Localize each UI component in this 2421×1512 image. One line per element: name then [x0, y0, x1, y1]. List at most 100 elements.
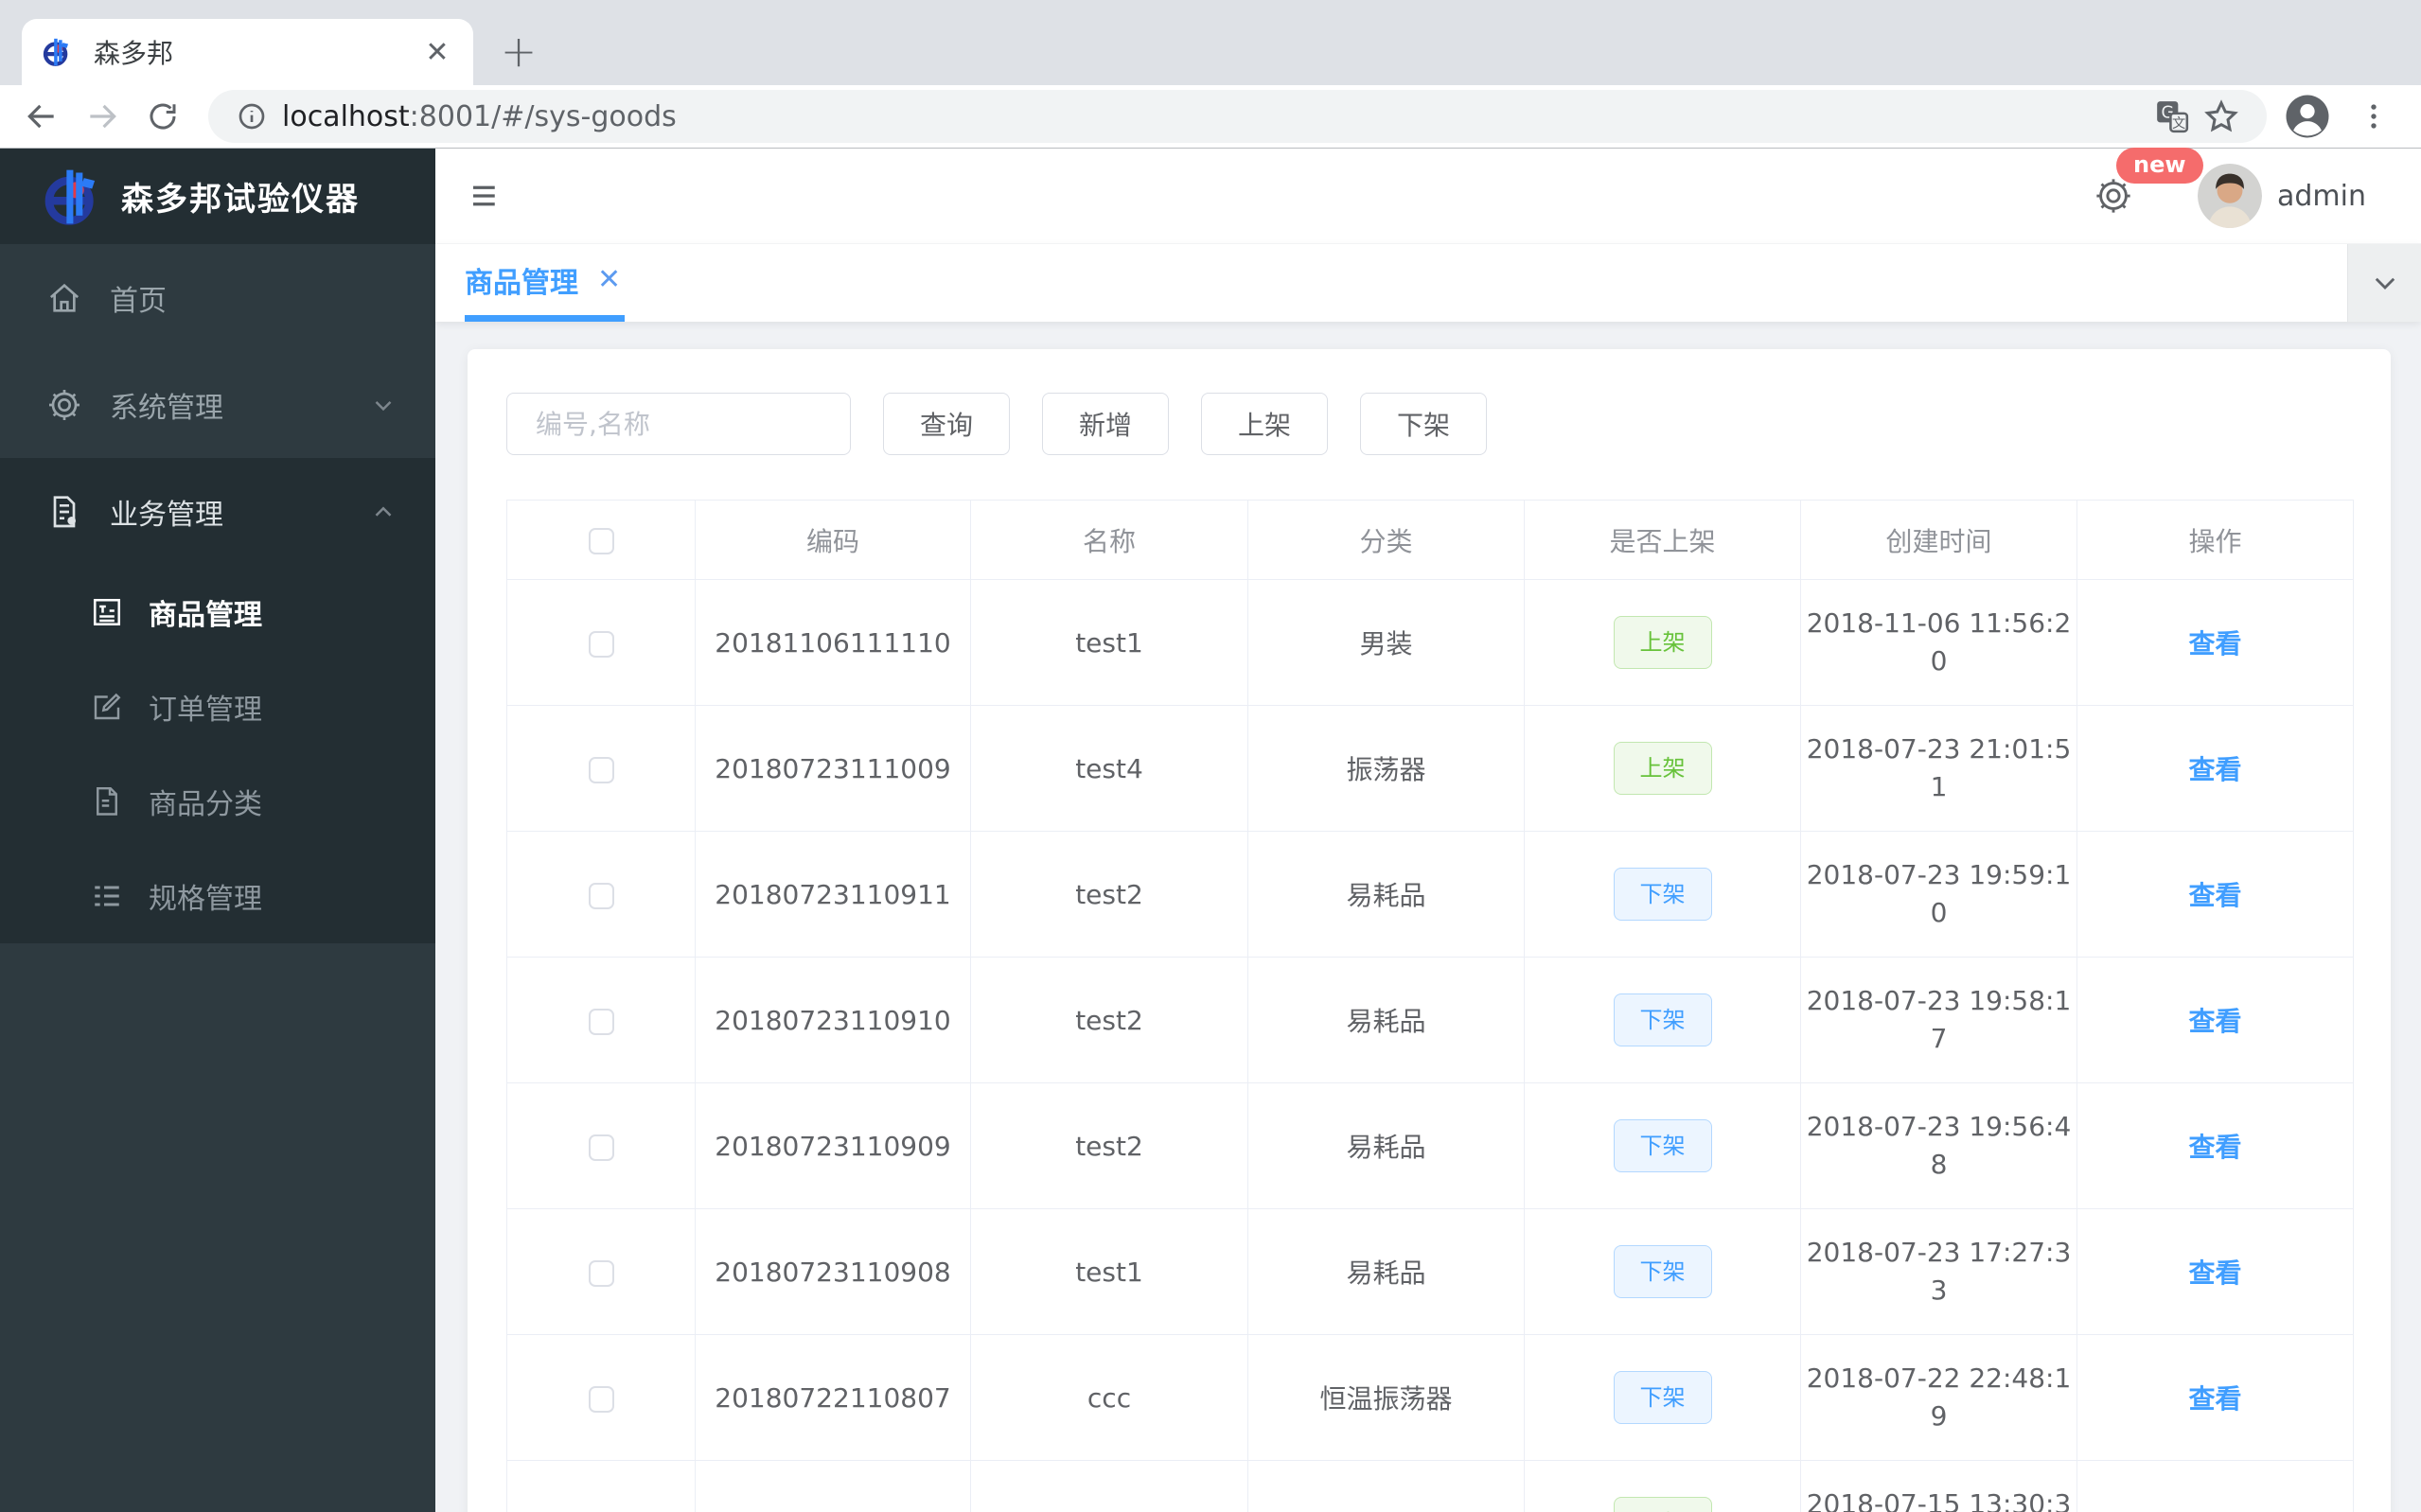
document-icon — [97, 787, 117, 816]
toolbar: 查询 新增 上架 下架 — [506, 393, 2353, 455]
tags-dropdown-button[interactable] — [2347, 244, 2421, 322]
cell-select — [506, 1082, 696, 1209]
site-info-icon[interactable] — [237, 101, 267, 132]
cell-actions: 查看 — [2076, 1208, 2354, 1335]
brand-logo-icon — [44, 169, 96, 225]
tab-goods-management[interactable]: 商品管理 ✕ — [465, 244, 626, 322]
select-all-checkbox[interactable] — [588, 528, 614, 554]
edit-square-icon — [94, 693, 121, 720]
row-checkbox[interactable] — [588, 882, 614, 909]
cell-status: 下架 — [1524, 1082, 1801, 1209]
cell-category: 易耗品 — [1247, 831, 1525, 958]
cell-code — [695, 1460, 971, 1512]
sidebar-group-business: 业务管理 商品管理 订单管理 商品分类 规格管理 — [0, 458, 435, 943]
cell-code: 20181106111110 — [695, 579, 971, 706]
cell-status: 下架 — [1524, 1208, 1801, 1335]
cell-category: 易耗品 — [1247, 957, 1525, 1083]
cell-code: 20180723110908 — [695, 1208, 971, 1335]
view-link[interactable]: 查看 — [2188, 628, 2241, 659]
view-link[interactable]: 查看 — [2188, 880, 2241, 911]
cell-actions: 查看 — [2076, 579, 2354, 706]
cell-select — [506, 705, 696, 832]
search-input[interactable] — [506, 393, 851, 455]
tab-label: 商品管理 — [465, 266, 578, 300]
view-link[interactable]: 查看 — [2188, 1383, 2241, 1415]
url-bar[interactable]: localhost:8001/#/sys-goods G 文 — [208, 90, 2267, 143]
cell-name: test1 — [970, 1208, 1248, 1335]
sidebar-subitem-specs[interactable]: 规格管理 — [0, 849, 435, 943]
cell-created: 2018-07-23 21:01:51 — [1800, 705, 2077, 832]
brand: 森多邦试验仪器 — [0, 149, 435, 244]
row-checkbox[interactable] — [588, 1259, 614, 1287]
browser-profile-icon[interactable] — [2282, 91, 2333, 142]
sidebar-subitem-orders[interactable]: 订单管理 — [0, 659, 435, 754]
add-button[interactable]: 新增 — [1042, 393, 1169, 455]
query-button[interactable]: 查询 — [883, 393, 1010, 455]
put-on-button[interactable]: 上架 — [1201, 393, 1328, 455]
avatar[interactable] — [2198, 164, 2262, 228]
row-checkbox[interactable] — [588, 756, 614, 783]
reload-icon[interactable] — [133, 90, 193, 143]
browser-tab[interactable]: 森多邦 ✕ — [22, 19, 473, 85]
sidebar-item-label: 系统管理 — [110, 391, 223, 425]
goods-doc-icon — [93, 598, 121, 626]
browser-menu-icon[interactable] — [2358, 100, 2390, 132]
back-icon[interactable] — [11, 90, 72, 143]
created-time: 2018-07-23 19:58:17 — [1806, 985, 2072, 1054]
browser-tab-title: 森多邦 — [94, 38, 174, 69]
topbar: new admin — [435, 148, 2421, 243]
browser-toolbar: localhost:8001/#/sys-goods G 文 — [0, 85, 2421, 149]
sidebar: 森多邦试验仪器 首页 系统管理 业务管理 商品管理 订单管理 商品分类 规格管理 — [0, 149, 435, 1512]
row-checkbox[interactable] — [588, 1134, 614, 1161]
view-link[interactable]: 查看 — [2188, 754, 2241, 785]
cell-code: 20180723110910 — [695, 957, 971, 1083]
translate-icon[interactable]: G 文 — [2147, 92, 2197, 141]
bookmark-star-icon[interactable] — [2197, 92, 2246, 141]
forward-icon[interactable] — [72, 90, 133, 143]
url-text: localhost:8001/#/sys-goods — [282, 100, 2147, 133]
cell-created: 2018-07-23 17:27:33 — [1800, 1208, 2077, 1335]
created-time: 2018-11-06 11:56:20 — [1806, 607, 2072, 677]
username: admin — [2277, 179, 2366, 213]
row-checkbox[interactable] — [588, 1008, 614, 1035]
sidebar-item-home[interactable]: 首页 — [0, 244, 435, 351]
row-checkbox[interactable] — [588, 630, 614, 658]
row-checkbox[interactable] — [588, 1385, 614, 1413]
col-header-category: 分类 — [1247, 500, 1525, 580]
status-badge: 下架 — [1613, 1371, 1712, 1424]
document-gear-icon — [53, 495, 76, 527]
view-link[interactable]: 查看 — [2188, 1257, 2241, 1289]
cell-status: 下架 — [1524, 831, 1801, 958]
sidebar-item-system[interactable]: 系统管理 — [0, 351, 435, 458]
new-tab-button[interactable]: + — [494, 26, 543, 77]
sidebar-item-label: 业务管理 — [110, 498, 223, 532]
cell-category: 易耗品 — [1247, 1082, 1525, 1209]
cell-status: 下架 — [1524, 1334, 1801, 1461]
table-row: 上架 2018-07-15 13:30:3 — [506, 1460, 2354, 1512]
created-time: 2018-07-23 17:27:33 — [1806, 1237, 2072, 1306]
sidebar-item-business[interactable]: 业务管理 — [0, 458, 435, 565]
cell-code: 20180723110911 — [695, 831, 971, 958]
cell-name: test2 — [970, 831, 1248, 958]
cell-created: 2018-07-23 19:59:10 — [1800, 831, 2077, 958]
cell-select — [506, 1334, 696, 1461]
take-off-button[interactable]: 下架 — [1360, 393, 1487, 455]
created-time: 2018-07-23 19:56:48 — [1806, 1111, 2072, 1180]
table-row: 20181106111110 test1 男装 上架 2018-11-06 11:56:… — [506, 579, 2354, 706]
new-badge: new — [2116, 148, 2203, 184]
view-link[interactable]: 查看 — [2188, 1006, 2241, 1037]
hamburger-icon[interactable] — [460, 169, 513, 222]
table-row: 20180723110908 test1 易耗品 下架 2018-07-23 17:27… — [506, 1208, 2354, 1335]
brand-name: 森多邦试验仪器 — [121, 181, 360, 219]
chevron-up-icon — [375, 505, 392, 517]
sidebar-subitem-goods[interactable]: 商品管理 — [0, 565, 435, 659]
created-time: 2018-07-23 19:59:10 — [1806, 859, 2072, 928]
tab-close-icon[interactable]: ✕ — [593, 263, 625, 296]
cell-select — [506, 579, 696, 706]
chevron-down-icon — [2375, 277, 2394, 290]
tab-close-icon[interactable]: ✕ — [420, 35, 454, 69]
cell-status: 上架 — [1524, 1460, 1801, 1512]
view-link[interactable]: 查看 — [2188, 1132, 2241, 1163]
sidebar-subitem-categories[interactable]: 商品分类 — [0, 754, 435, 849]
table-row: 20180723111009 test4 振荡器 上架 2018-07-23 21:01… — [506, 705, 2354, 832]
